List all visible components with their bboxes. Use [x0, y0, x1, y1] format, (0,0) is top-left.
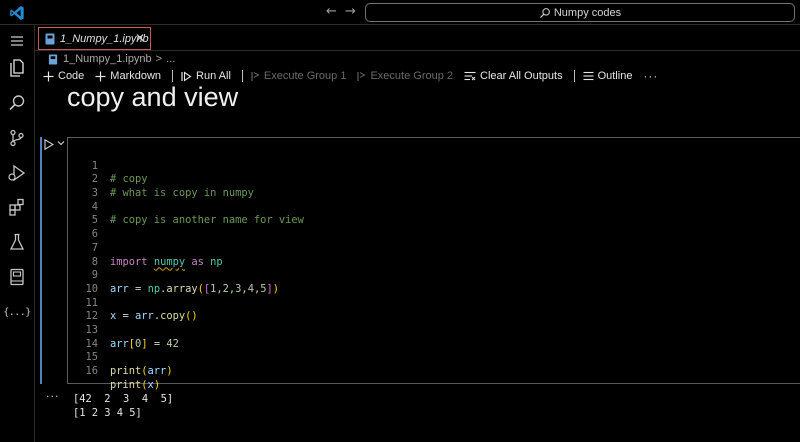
- extensions-button[interactable]: [7, 197, 27, 217]
- code-cell-editor[interactable]: 1 # copy 2 # what is copy in numpy 3 4 #…: [67, 137, 800, 391]
- code-line: 13 arr[0] = 42: [68, 310, 178, 350]
- breadcrumb: 1_Numpy_1.ipynb > ...: [48, 52, 175, 66]
- nav-back-button[interactable]: ←: [326, 4, 337, 19]
- code-line: 6: [68, 214, 106, 240]
- outline-button[interactable]: Outline: [583, 70, 632, 82]
- vscode-logo-icon: [10, 6, 24, 20]
- output-actions-button[interactable]: ···: [46, 390, 60, 403]
- toolbar-separator: [172, 70, 174, 82]
- clear-all-outputs-button[interactable]: Clear All Outputs: [464, 70, 563, 82]
- chevron-down-icon: [57, 141, 65, 146]
- code-text: arr[0] = 42: [110, 337, 179, 350]
- breadcrumb-more[interactable]: ...: [166, 53, 175, 65]
- json-extension-button[interactable]: {...}: [3, 302, 31, 322]
- search-view-button[interactable]: [7, 93, 27, 113]
- code-line: 8: [68, 242, 106, 268]
- code-line: 11 x = arr.copy(): [68, 283, 197, 323]
- source-control-button[interactable]: [7, 128, 27, 148]
- code-line: 5: [68, 201, 106, 226]
- command-center-search[interactable]: Numpy codes: [365, 3, 795, 22]
- breadcrumb-file[interactable]: 1_Numpy_1.ipynb: [63, 53, 152, 65]
- extensions-icon: [9, 198, 24, 216]
- output-line: [1 2 3 4 5]: [73, 406, 142, 419]
- execute-group-icon: [251, 71, 260, 82]
- line-number: 16: [85, 365, 98, 378]
- code-line: 3: [68, 173, 106, 199]
- toolbar-separator: [573, 70, 575, 82]
- title-bar: ← → Numpy codes: [0, 0, 800, 25]
- flask-icon: [9, 233, 25, 250]
- source-control-icon: [10, 129, 24, 147]
- unresolved-import-squiggle: numpy: [153, 255, 186, 268]
- explorer-button[interactable]: [7, 58, 27, 78]
- add-markdown-cell-button[interactable]: Markdown: [95, 70, 161, 82]
- code-text: # copy: [110, 173, 148, 186]
- code-line: 9 arr = np.array([1,2,3,4,5]): [68, 256, 279, 295]
- hamburger-icon: [11, 36, 23, 46]
- code-text: # what is copy in numpy: [110, 187, 254, 200]
- plus-icon: [43, 71, 54, 82]
- files-icon: [10, 59, 24, 77]
- execute-group-icon: [357, 71, 366, 82]
- run-all-button[interactable]: Run All: [181, 70, 231, 82]
- run-debug-icon: [8, 164, 26, 182]
- tab-close-button[interactable]: ✕: [135, 31, 145, 45]
- clear-all-icon: [464, 71, 476, 81]
- activity-bar: {...}: [0, 25, 35, 442]
- more-actions-button[interactable]: ···: [643, 69, 658, 83]
- run-all-icon: [181, 70, 192, 82]
- add-code-cell-button[interactable]: Code: [43, 70, 84, 82]
- play-icon: [44, 139, 54, 150]
- toolbar-separator: [241, 70, 243, 82]
- code-lines: 1 # copy 2 # what is copy in numpy 3 4 #…: [68, 146, 304, 391]
- notebook-file-icon: [48, 53, 58, 65]
- code-line: 12: [68, 297, 106, 322]
- notebook-icon: [10, 268, 24, 286]
- plus-icon: [95, 71, 106, 82]
- code-text: # copy is another name for view: [110, 214, 304, 227]
- code-line: 16 print(x): [68, 351, 160, 391]
- nav-forward-button[interactable]: →: [345, 4, 356, 19]
- code-text: print(arr): [110, 365, 173, 378]
- breadcrumb-separator: >: [155, 53, 163, 65]
- search-text: Numpy codes: [553, 6, 622, 19]
- notebook-file-icon: [45, 33, 55, 44]
- search-icon: [539, 7, 550, 18]
- testing-button[interactable]: [7, 232, 27, 252]
- cell-output: [42 2 3 4 5] [1 2 3 4 5]: [73, 393, 173, 420]
- execute-group-1-button[interactable]: Execute Group 1: [251, 70, 346, 82]
- code-line: 1 # copy: [68, 146, 148, 186]
- editor-tab-bar: 1_Numpy_1.ipynb ✕: [35, 25, 800, 51]
- run-debug-button[interactable]: [7, 163, 27, 183]
- run-cell-button[interactable]: [44, 139, 54, 150]
- code-line: 2 # what is copy in numpy: [68, 160, 254, 199]
- code-line: 10: [68, 269, 106, 295]
- code-text: import numpy as np: [110, 255, 223, 268]
- output-line: [42 2 3 4 5]: [73, 393, 174, 405]
- code-line: 14: [68, 324, 106, 350]
- cell-focus-indicator: [40, 137, 42, 384]
- code-line: 7 import numpy as np: [68, 228, 223, 268]
- tab-notebook[interactable]: 1_Numpy_1.ipynb ✕: [38, 27, 151, 50]
- code-text: x = arr.copy(): [110, 310, 198, 323]
- search-icon: [9, 95, 25, 111]
- code-line: 4 # copy is another name for view: [68, 187, 304, 227]
- notebook-button[interactable]: [7, 267, 27, 287]
- json-braces-icon: {...}: [3, 306, 31, 318]
- markdown-heading[interactable]: copy and view: [67, 82, 238, 113]
- code-text: print(x): [110, 378, 161, 391]
- run-options-button[interactable]: [57, 139, 65, 147]
- code-line: 15 print(arr): [68, 338, 172, 377]
- menu-button[interactable]: [7, 31, 27, 51]
- execute-group-2-button[interactable]: Execute Group 2: [357, 70, 453, 82]
- code-text: arr = np.array([1,2,3,4,5]): [110, 282, 279, 295]
- list-icon: [583, 71, 594, 81]
